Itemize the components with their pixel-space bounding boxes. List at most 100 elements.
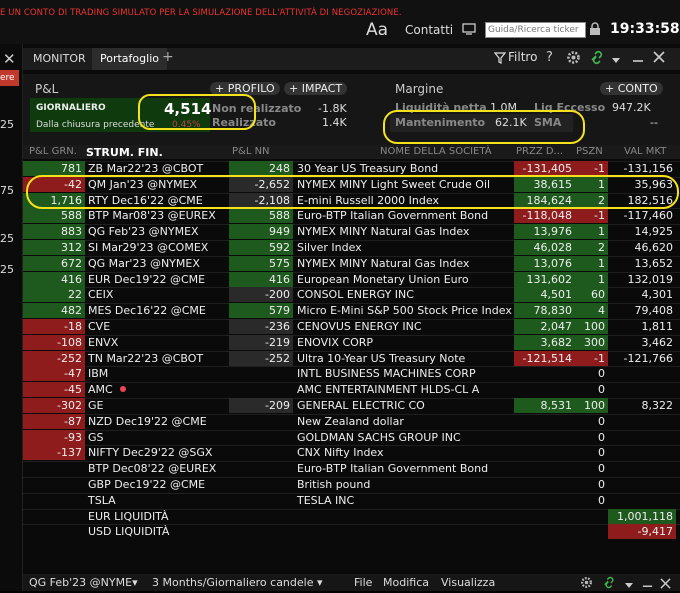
column-header-avg-price[interactable]: PRZZ D... <box>516 146 563 157</box>
cell-pnl-nn: -200 <box>229 287 293 302</box>
cell-avg-price: 4,501 <box>514 287 575 302</box>
filter-button[interactable]: Filtro <box>508 50 537 64</box>
column-header-market-value[interactable]: VAL MKT <box>624 146 666 157</box>
cell-avg-price <box>514 461 575 476</box>
cell-pnl-nn <box>229 445 293 460</box>
menu-edit[interactable]: Modifica <box>383 576 429 589</box>
cell-instrument: NIFTY Dec29'22 @SGX <box>88 446 213 459</box>
column-header-pnl-day[interactable]: P&L GRN. <box>29 146 77 157</box>
close-window-icon[interactable] <box>653 51 665 63</box>
cell-company: Ultra 10-Year US Treasury Note <box>297 352 466 365</box>
cell-market-value: 4,301 <box>641 288 674 301</box>
cell-position: 100 <box>575 319 608 334</box>
cell-company: British pound <box>297 478 371 491</box>
cell-avg-price: 46,028 <box>514 240 575 255</box>
cell-position: 0 <box>598 367 605 380</box>
gear-icon[interactable] <box>580 576 593 589</box>
add-tab-button[interactable]: + <box>162 49 174 65</box>
annotation-ring-positions <box>26 175 679 209</box>
minimize-icon[interactable] <box>642 578 653 589</box>
cell-avg-price <box>514 445 575 460</box>
cell-instrument: SI Mar29'23 @COMEX <box>88 241 209 254</box>
cell-pnl-nn <box>229 430 293 445</box>
close-window-icon[interactable] <box>660 578 671 589</box>
close-icon[interactable]: ✕ <box>3 50 16 68</box>
menu-file[interactable]: File <box>354 576 372 589</box>
chart-instrument-select[interactable]: QG Feb'23 @NYME▾ <box>29 576 138 589</box>
column-header-company[interactable]: NOME DELLA SOCIETÀ <box>380 146 492 157</box>
chevron-down-icon[interactable] <box>624 579 634 588</box>
monitor-icon[interactable] <box>462 22 476 36</box>
cell-instrument: TN Mar22'23 @CBOT <box>88 352 204 365</box>
filter-icon[interactable] <box>493 52 507 64</box>
cell-market-value: 46,620 <box>634 241 674 254</box>
cell-position: 0 <box>598 415 605 428</box>
font-size-button[interactable]: Aa <box>366 20 388 40</box>
cell-company: GOLDMAN SACHS GROUP INC <box>297 431 461 444</box>
cell-position: 1 <box>575 256 608 271</box>
cell-avg-price <box>514 366 575 381</box>
cell-position: 0 <box>598 431 605 444</box>
cell-position: 0 <box>598 494 605 507</box>
cell-market-value: 132,019 <box>627 273 674 286</box>
cell-avg-price <box>514 477 575 492</box>
cell-instrument: GBP Dec19'22 @CME <box>88 478 206 491</box>
cell-instrument: TSLA <box>88 494 116 507</box>
cell-avg-price: 13,976 <box>514 224 575 239</box>
cell-avg-price <box>514 414 575 429</box>
tab-portfolio[interactable]: Portafoglio <box>92 48 167 70</box>
cell-instrument: QG Feb'23 @NYMEX <box>88 225 199 238</box>
lock-icon[interactable] <box>588 22 602 36</box>
chart-period-select[interactable]: 3 Months/Giornaliero candele ▾ <box>152 576 323 589</box>
left-panel-badge: ere <box>0 70 19 86</box>
cell-pnl-nn <box>229 461 293 476</box>
minimize-icon[interactable] <box>632 52 644 64</box>
link-icon[interactable] <box>602 576 617 589</box>
cell-avg-price <box>514 382 575 397</box>
cell-market-value: 1,811 <box>641 320 674 333</box>
column-header-pnl-nn[interactable]: P&L NN <box>232 146 270 157</box>
cell-pnl-day: -252 <box>23 351 85 366</box>
link-icon[interactable] <box>589 50 606 65</box>
cell-instrument: NZD Dec19'22 @CME <box>88 415 207 428</box>
excess-liquidity-value: 947.2K <box>612 101 651 114</box>
cell-pnl-day: -47 <box>23 366 85 381</box>
cell-market-value: -121,766 <box>623 352 673 365</box>
cell-position: 300 <box>575 335 608 350</box>
search-input[interactable]: Guida/Ricerca ticker <box>485 22 586 38</box>
cell-position: -1 <box>575 208 608 223</box>
cell-market-value <box>608 461 676 476</box>
help-button[interactable]: ? <box>546 50 553 65</box>
chevron-down-icon[interactable] <box>611 54 621 63</box>
margin-title: Margine <box>395 82 444 96</box>
menu-view[interactable]: Visualizza <box>441 576 495 589</box>
cell-company: INTL BUSINESS MACHINES CORP <box>297 367 476 380</box>
cell-pnl-day: -108 <box>23 335 85 350</box>
cell-company: NYMEX MINY Natural Gas Index <box>297 225 470 238</box>
column-header-position[interactable]: PSZN <box>576 146 603 157</box>
column-header-instrument[interactable]: STRUM. FIN. <box>86 146 163 159</box>
tab-monitor[interactable]: MONITOR <box>25 48 94 70</box>
impact-button[interactable]: + IMPACT <box>284 82 348 95</box>
impact-label: IMPACT <box>301 82 343 95</box>
cell-pnl-nn: 949 <box>229 224 293 239</box>
account-button[interactable]: + CONTO <box>600 82 663 95</box>
cell-position: 100 <box>575 398 608 413</box>
cell-company <box>295 524 516 539</box>
cell-pnl-day: -137 <box>23 445 85 460</box>
cell-market-value: -131,156 <box>623 162 673 175</box>
cell-avg-price <box>514 524 575 539</box>
cell-pnl-day: 482 <box>23 303 85 318</box>
contacts-button[interactable]: Contatti <box>405 23 453 37</box>
cell-pnl-day <box>23 461 85 476</box>
since-close-label: Dalla chiusura precedente <box>36 120 155 130</box>
gear-icon[interactable] <box>566 50 581 65</box>
cell-company <box>295 509 516 524</box>
cell-market-value: 8,322 <box>641 399 674 412</box>
cell-position: 1 <box>575 224 608 239</box>
cell-pnl-nn: 592 <box>229 240 293 255</box>
cell-pnl-day <box>23 477 85 492</box>
cell-market-value: 13,652 <box>634 257 674 270</box>
cell-instrument: ENVX <box>88 336 119 349</box>
cell-company: Euro-BTP Italian Government Bond <box>297 209 489 222</box>
